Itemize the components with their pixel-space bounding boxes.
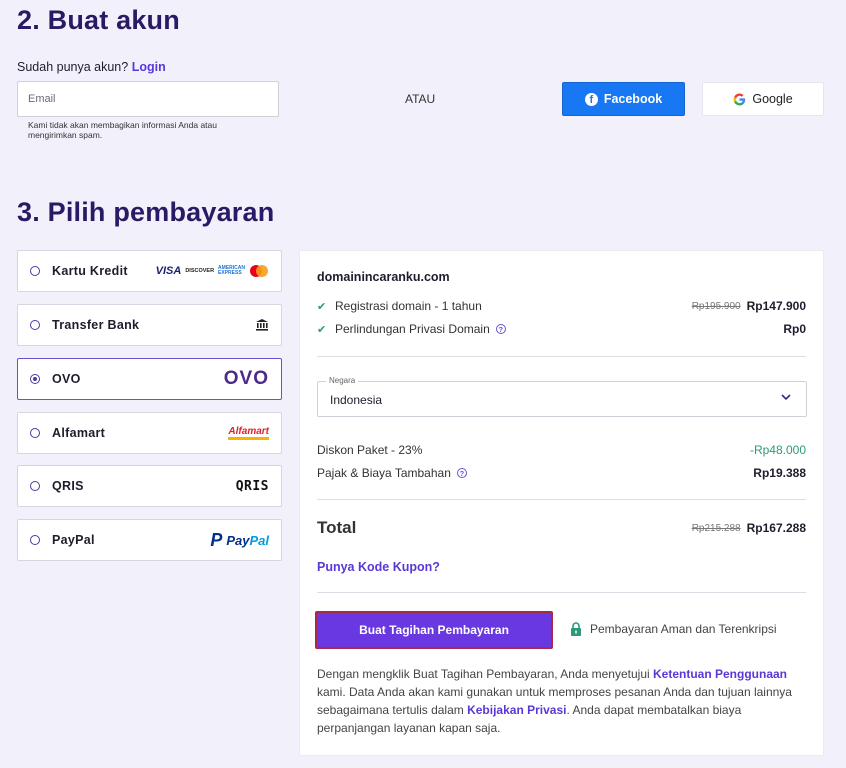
paypal-pay: Pay [226, 532, 250, 548]
have-account-text: Sudah punya akun? Login [17, 60, 166, 74]
order-summary-card: domainincaranku.com ✔ Registrasi domain … [299, 250, 824, 756]
bank-icon [256, 319, 268, 331]
country-value: Indonesia [330, 393, 383, 407]
discount-row: Diskon Paket - 23% -Rp48.000 [317, 443, 806, 457]
coupon-link[interactable]: Punya Kode Kupon? [317, 560, 440, 574]
email-field[interactable] [17, 81, 279, 117]
discount-value: -Rp48.000 [749, 443, 806, 457]
payment-option-qris[interactable]: QRIS QRIS [17, 465, 282, 507]
create-invoice-button[interactable]: Buat Tagihan Pembayaran [315, 611, 553, 649]
google-label: Google [752, 92, 793, 106]
qris-logo: QRIS [235, 478, 269, 494]
payment-option-paypal[interactable]: PayPal P PayPal [17, 519, 282, 561]
chevron-down-icon [780, 391, 792, 406]
paypal-p-icon: P [210, 529, 223, 550]
total-value: Rp167.288 [746, 521, 806, 535]
section-title-payment: 3. Pilih pembayaran [17, 197, 275, 227]
terms-part-1: Dengan mengklik Buat Tagihan Pembayaran,… [317, 667, 653, 681]
tax-row: Pajak & Biaya Tambahan ? Rp19.388 [317, 466, 806, 480]
email-note: Kami tidak akan membagikan informasi And… [28, 120, 217, 140]
total-label: Total [317, 518, 357, 537]
radio-alfamart[interactable] [30, 428, 40, 438]
divider [317, 592, 806, 593]
payment-option-alfamart[interactable]: Alfamart Alfamart [17, 412, 282, 454]
payment-label: QRIS [52, 479, 84, 493]
line-item-registration: ✔ Registrasi domain - 1 tahun Rp195.900 … [317, 299, 806, 313]
payment-label: Transfer Bank [52, 318, 140, 332]
tax-label-wrap: Pajak & Biaya Tambahan ? [317, 466, 753, 480]
line-item-price: Rp147.900 [746, 299, 806, 313]
payment-option-ovo[interactable]: OVO OVO [17, 358, 282, 400]
login-link[interactable]: Login [132, 60, 166, 74]
payment-label: Kartu Kredit [52, 264, 128, 278]
paypal-logo: P PayPal [210, 530, 269, 551]
ovo-logo: OVO [223, 368, 269, 389]
divider [317, 356, 806, 357]
facebook-button[interactable]: f Facebook [562, 82, 685, 116]
help-icon[interactable]: ? [456, 468, 467, 478]
secure-label: Pembayaran Aman dan Terenkripsi [590, 622, 777, 636]
discover-logo: DISCOVER [185, 268, 215, 274]
radio-credit-card[interactable] [30, 266, 40, 276]
section-title-account: 2. Buat akun [17, 5, 180, 35]
card-logos: VISA DISCOVER AMERICAN EXPRESS [156, 265, 269, 277]
google-icon [733, 93, 746, 105]
payment-option-credit-card[interactable]: Kartu Kredit VISA DISCOVER AMERICAN EXPR… [17, 250, 282, 292]
check-icon: ✔ [317, 300, 327, 313]
domain-name: domainincaranku.com [317, 270, 450, 284]
email-input[interactable] [18, 82, 278, 116]
facebook-label: Facebook [603, 92, 663, 106]
check-icon: ✔ [317, 323, 327, 336]
help-icon[interactable]: ? [495, 324, 506, 334]
facebook-icon: f [584, 92, 598, 106]
total-row: Total Rp215.288 Rp167.288 [317, 518, 806, 538]
total-old-price: Rp215.288 [691, 522, 741, 534]
radio-qris[interactable] [30, 481, 40, 491]
payment-option-bank-transfer[interactable]: Transfer Bank [17, 304, 282, 346]
country-legend: Negara [326, 376, 359, 385]
paypal-pal: Pal [249, 532, 269, 548]
line-item-label: Perlindungan Privasi Domain ? [335, 322, 783, 336]
divider [317, 499, 806, 500]
secure-payment-note: Pembayaran Aman dan Terenkripsi [570, 622, 777, 636]
visa-logo: VISA [155, 265, 182, 277]
line-item-privacy: ✔ Perlindungan Privasi Domain ? Rp0 [317, 322, 806, 336]
tax-value: Rp19.388 [753, 466, 806, 480]
lock-icon [571, 622, 581, 636]
privacy-label: Perlindungan Privasi Domain [335, 322, 490, 336]
radio-paypal[interactable] [30, 535, 40, 545]
terms-of-use-link[interactable]: Ketentuan Penggunaan [653, 667, 787, 681]
payment-label: OVO [52, 372, 81, 386]
country-select[interactable]: Negara Indonesia [317, 376, 807, 417]
paypal-wordmark: PayPal [226, 533, 269, 548]
google-button[interactable]: Google [702, 82, 824, 116]
radio-bank-transfer[interactable] [30, 320, 40, 330]
alfamart-logo: Alfamart [228, 426, 269, 440]
radio-ovo[interactable] [30, 374, 40, 384]
or-divider: ATAU [405, 92, 436, 106]
line-item-price: Rp0 [783, 322, 806, 336]
tax-label: Pajak & Biaya Tambahan [317, 466, 451, 480]
amex-logo: AMERICAN EXPRESS [218, 265, 245, 277]
payment-label: PayPal [52, 533, 95, 547]
mastercard-logo [250, 265, 268, 277]
old-price: Rp195.900 [691, 300, 741, 312]
terms-text: Dengan mengklik Buat Tagihan Pembayaran,… [317, 665, 812, 737]
line-item-label: Registrasi domain - 1 tahun [335, 299, 482, 313]
have-account-label: Sudah punya akun? [17, 60, 129, 74]
privacy-policy-link[interactable]: Kebijakan Privasi [467, 703, 566, 717]
amex-logo-bottom: EXPRESS [218, 270, 242, 276]
discount-label: Diskon Paket - 23% [317, 443, 423, 457]
payment-label: Alfamart [52, 426, 106, 440]
